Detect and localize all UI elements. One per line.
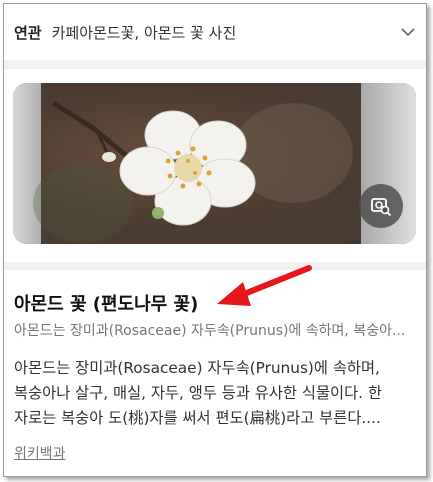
- source-link[interactable]: 위키백과: [14, 443, 66, 463]
- red-arrow-annotation: [217, 265, 312, 306]
- almond-flower-image[interactable]: [13, 83, 416, 244]
- chevron-down-icon[interactable]: [400, 24, 416, 40]
- description-line: 아몬드는 장미과(Rosaceae) 자두속(Prunus)에 속하며,: [14, 359, 380, 377]
- image-search-button[interactable]: [359, 184, 403, 228]
- result-title[interactable]: 아몬드 꽃 (편도나무 꽃): [14, 290, 198, 316]
- related-searches-bar[interactable]: 연관 카페아몬드꽃, 아몬드 꽃 사진: [4, 4, 426, 60]
- description-line: 복숭아나 살구, 매실, 자두, 앵두 등과 유사한 식물이다. 한: [14, 384, 382, 402]
- related-label: 연관: [14, 23, 42, 42]
- image-search-icon: [371, 198, 392, 217]
- search-result-panel: 연관 카페아몬드꽃, 아몬드 꽃 사진 아몬드 꽃 (편도나무 꽃) 아몬드는 …: [3, 3, 427, 477]
- result-description: 아몬드는 장미과(Rosaceae) 자두속(Prunus)에 속하며, 복숭아…: [14, 356, 414, 431]
- section-divider: [4, 60, 426, 69]
- description-line: 자로는 복숭아 도(桃)자를 써서 편도(扁桃)라고 부른다....: [14, 409, 381, 427]
- result-subtitle: 아몬드는 장미과(Rosaceae) 자두속(Prunus)에 속하며, 복숭아…: [14, 323, 406, 339]
- related-search-text[interactable]: 카페아몬드꽃, 아몬드 꽃 사진: [52, 22, 237, 43]
